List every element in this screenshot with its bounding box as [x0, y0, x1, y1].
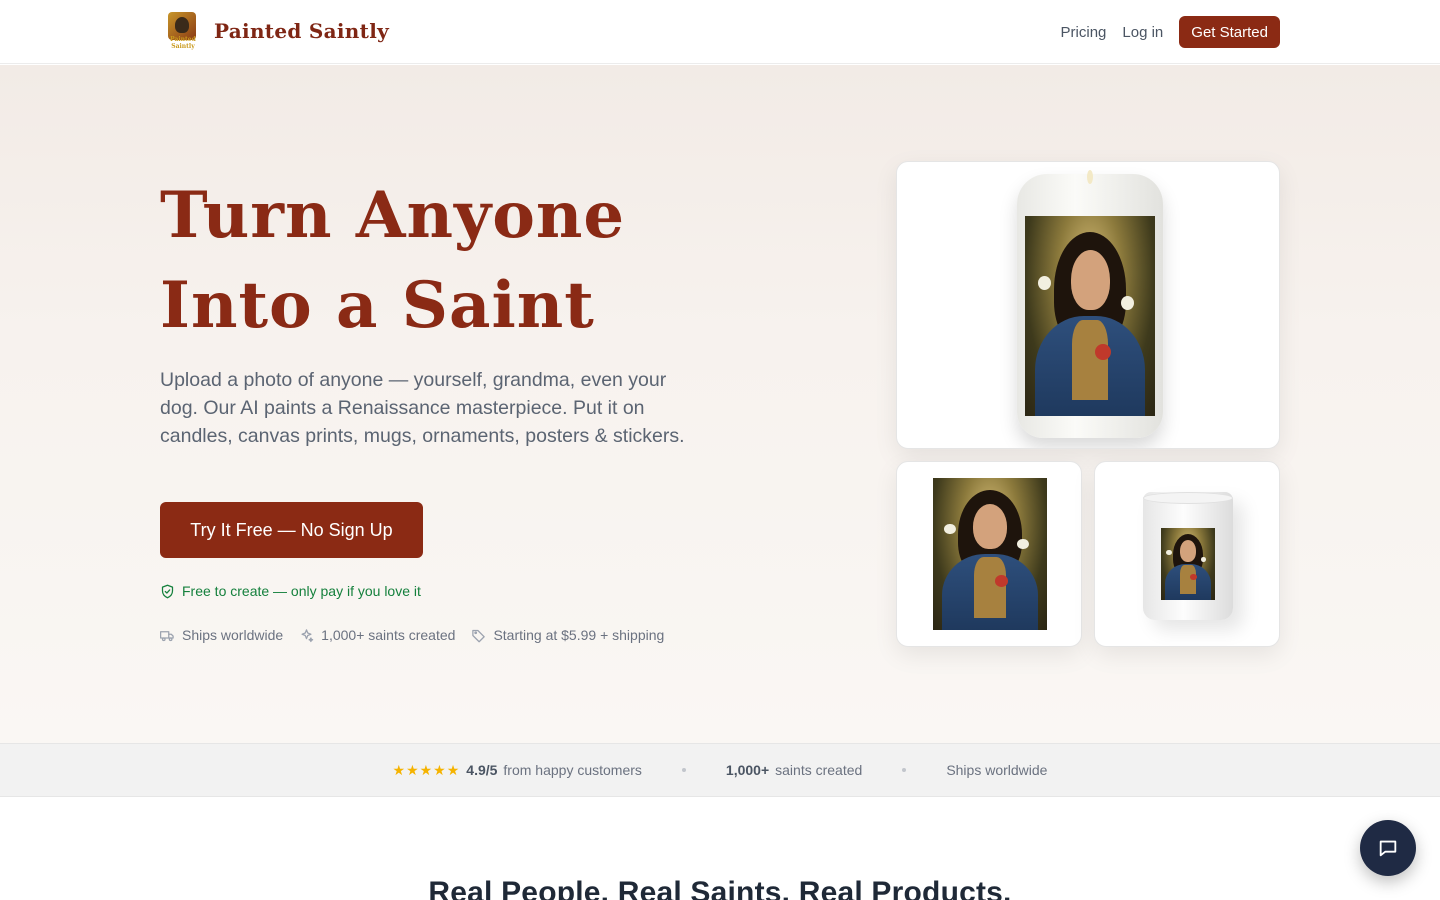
- product-card-candle: [896, 161, 1280, 449]
- get-started-button[interactable]: Get Started: [1179, 16, 1280, 48]
- site-header: Painted Saintly Painted Saintly Pricing …: [0, 0, 1440, 64]
- star-rating-icon: ★★★★★: [392, 761, 461, 778]
- tag-icon: [471, 628, 486, 643]
- feature-list: Ships worldwide 1,000+ saints created St…: [160, 627, 664, 643]
- saint-portrait: [1025, 216, 1155, 416]
- main-nav: Pricing Log in Get Started: [1061, 16, 1280, 48]
- truck-icon: [160, 628, 175, 643]
- try-free-button[interactable]: Try It Free — No Sign Up: [160, 502, 423, 558]
- nav-login-link[interactable]: Log in: [1122, 24, 1163, 41]
- brand-name: Painted Saintly: [214, 19, 390, 43]
- shield-check-icon: [160, 584, 175, 599]
- feature-item: Starting at $5.99 + shipping: [471, 627, 664, 643]
- hero-section: Turn Anyone Into a Saint Upload a photo …: [0, 65, 1440, 743]
- rating-value: 4.9/5: [466, 762, 498, 778]
- brand-logo: Painted Saintly: [160, 12, 206, 50]
- product-card-canvas: [896, 461, 1082, 647]
- saints-count: 1,000+: [725, 762, 770, 778]
- chat-button[interactable]: [1360, 820, 1416, 876]
- feature-label: Starting at $5.99 + shipping: [493, 627, 665, 643]
- feature-label: 1,000+ saints created: [321, 627, 456, 643]
- hero-title: Turn Anyone Into a Saint: [160, 178, 626, 343]
- shipping-text: Ships worldwide: [946, 762, 1048, 778]
- saints-stat: 1,000+ saints created: [726, 762, 862, 778]
- feature-item: 1,000+ saints created: [299, 627, 455, 643]
- free-note-text: Free to create — only pay if you love it: [182, 583, 421, 599]
- divider-dot: [681, 768, 686, 772]
- chat-bubble-icon: [1377, 837, 1399, 859]
- section-title: Real People. Real Saints. Real Products.: [428, 876, 1012, 900]
- rating-stat: ★★★★★ 4.9/5 from happy customers: [393, 762, 642, 779]
- rating-suffix: from happy customers: [503, 762, 642, 778]
- feature-label: Ships worldwide: [182, 627, 284, 643]
- canvas-print-image: [933, 478, 1047, 630]
- free-note: Free to create — only pay if you love it: [160, 583, 421, 599]
- divider-dot: [902, 768, 907, 772]
- sparkles-icon: [299, 628, 314, 643]
- saints-suffix: saints created: [775, 762, 863, 778]
- hero-subtitle: Upload a photo of anyone — yourself, gra…: [160, 369, 685, 447]
- candle-image: [1017, 170, 1163, 438]
- shipping-stat: Ships worldwide: [946, 762, 1047, 778]
- product-card-mug: [1094, 461, 1280, 647]
- saint-portrait: [1161, 528, 1215, 600]
- stats-strip: ★★★★★ 4.9/5 from happy customers 1,000+ …: [0, 743, 1440, 797]
- mug-image: [1143, 492, 1233, 620]
- nav-pricing-link[interactable]: Pricing: [1061, 24, 1107, 41]
- feature-item: Ships worldwide: [160, 627, 283, 643]
- brand-link[interactable]: Painted Saintly Painted Saintly: [160, 12, 389, 50]
